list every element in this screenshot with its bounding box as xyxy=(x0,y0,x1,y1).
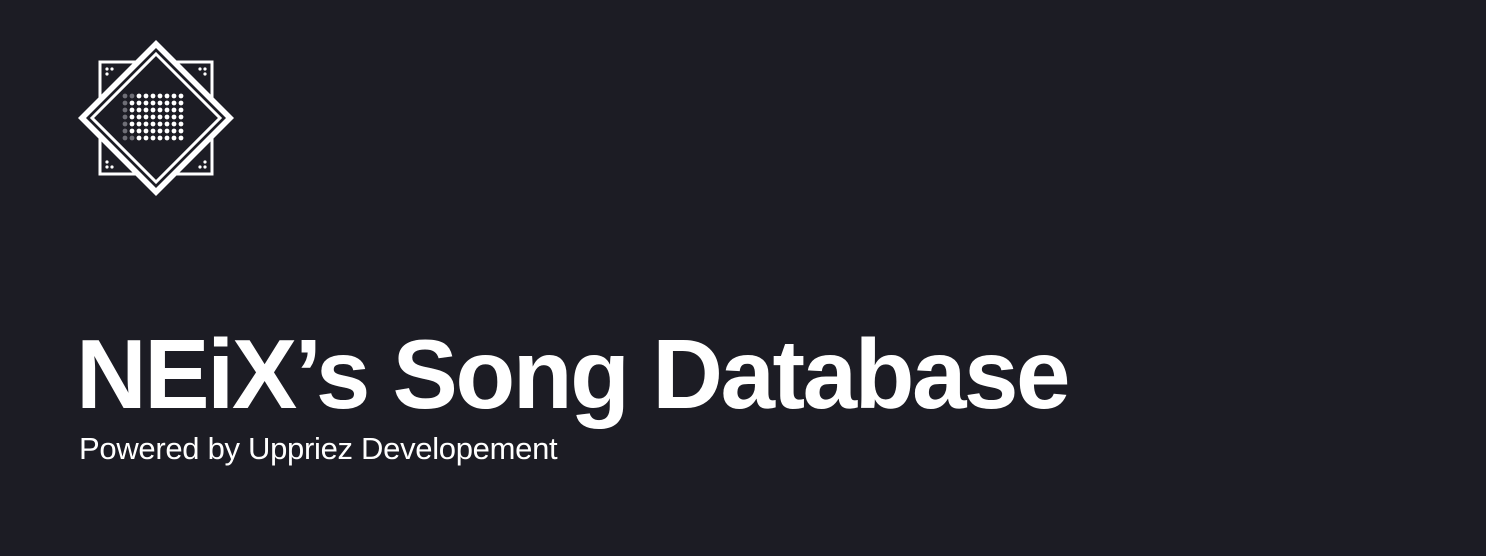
page-title: NEiX’s Song Database xyxy=(76,319,1071,429)
diamond-dot-matrix-icon xyxy=(76,38,236,198)
banner: NEiX’s Song Database Powered by Uppriez … xyxy=(0,0,1486,556)
page-subtitle: Powered by Uppriez Developement xyxy=(79,431,558,466)
